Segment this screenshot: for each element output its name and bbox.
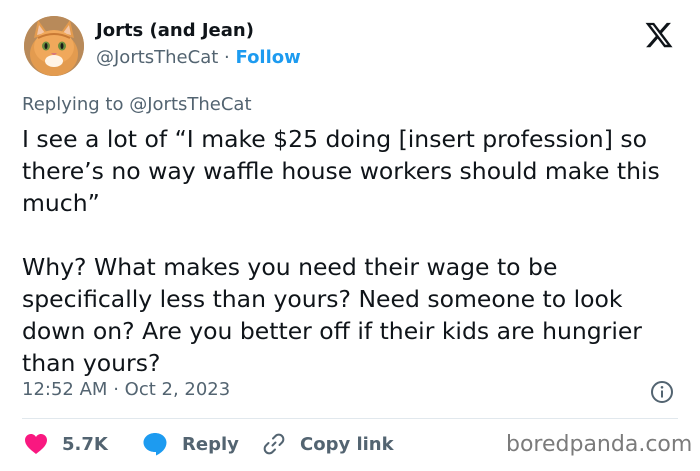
author-name[interactable]: Jorts (and Jean) (96, 20, 254, 41)
author-handle-line: @JortsTheCat · Follow (96, 47, 301, 68)
tweet-text: I see a lot of “I make $25 doing [insert… (22, 125, 660, 377)
info-icon[interactable] (650, 380, 674, 404)
copy-link-label: Copy link (300, 433, 394, 455)
like-count: 5.7K (62, 433, 108, 455)
x-logo-icon[interactable] (644, 20, 674, 50)
timestamp-separator: · (113, 379, 119, 400)
author-handle[interactable]: @JortsTheCat (96, 47, 218, 68)
heart-icon (25, 434, 47, 454)
divider (22, 418, 678, 419)
follow-button[interactable]: Follow (236, 47, 301, 68)
reply-context-handle[interactable]: @JortsTheCat (129, 94, 251, 115)
tweet-time: 12:52 AM (22, 379, 108, 400)
like-button[interactable]: 5.7K (24, 430, 108, 458)
link-icon (263, 433, 285, 455)
reply-button[interactable]: Reply (142, 430, 239, 458)
tweet-date: Oct 2, 2023 (124, 379, 231, 400)
reply-bubble-icon (143, 433, 167, 456)
separator-dot: · (224, 47, 230, 68)
watermark: boredpanda.com (506, 432, 693, 457)
reply-context: Replying to @JortsTheCat (22, 94, 252, 115)
avatar[interactable] (24, 16, 84, 76)
orange-cat-avatar-icon (24, 16, 84, 76)
reply-label: Reply (182, 433, 239, 455)
reply-context-prefix: Replying to (22, 94, 124, 115)
copy-link-button[interactable]: Copy link (262, 430, 394, 458)
timestamp[interactable]: 12:52 AM · Oct 2, 2023 (22, 379, 230, 400)
